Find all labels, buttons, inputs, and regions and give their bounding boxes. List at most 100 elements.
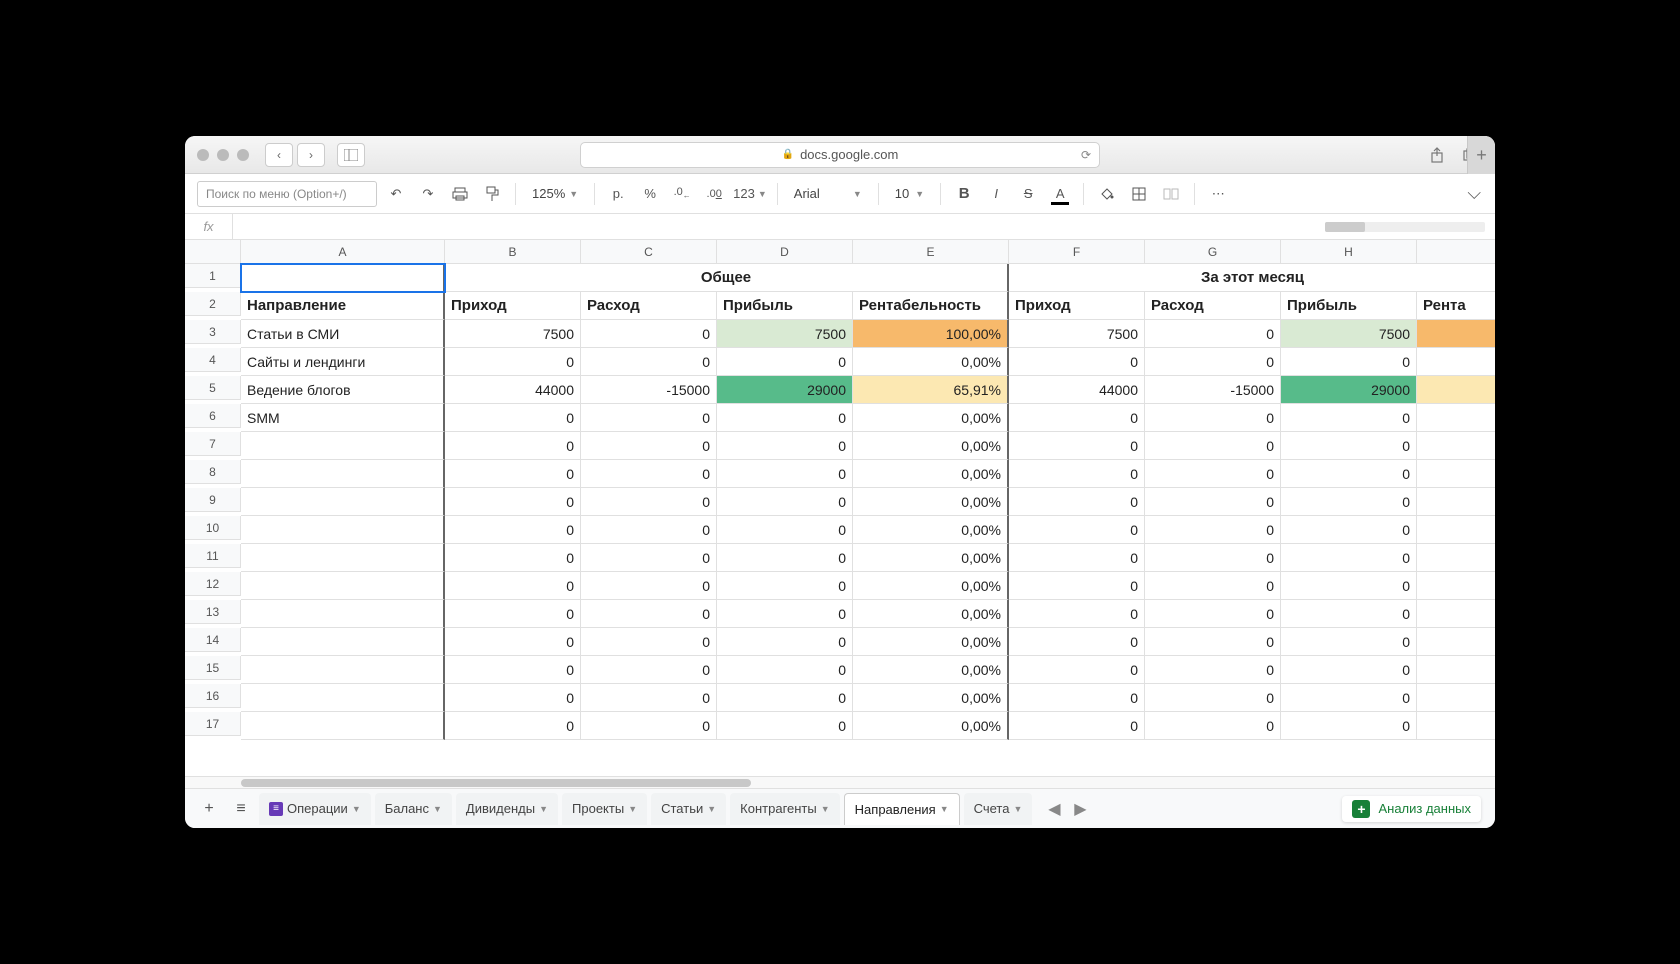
cell-C17[interactable]: 0 [581, 712, 717, 740]
cell-E6[interactable]: 0,00% [853, 404, 1009, 432]
cell-E5[interactable]: 65,91% [853, 376, 1009, 404]
cell-F4[interactable]: 0 [1009, 348, 1145, 376]
col-header-B[interactable]: B [445, 240, 581, 264]
scrollbar-thumb[interactable] [241, 779, 751, 787]
font-size-select[interactable]: 10▼ [889, 186, 930, 201]
cell-I16[interactable] [1417, 684, 1495, 712]
row-header-14[interactable]: 14 [185, 628, 241, 652]
sheet-tab-Направления[interactable]: Направления▼ [844, 793, 960, 825]
cell-F6[interactable]: 0 [1009, 404, 1145, 432]
share-icon[interactable] [1425, 144, 1449, 166]
row-header-7[interactable]: 7 [185, 432, 241, 456]
cell-G15[interactable]: 0 [1145, 656, 1281, 684]
cell-C9[interactable]: 0 [581, 488, 717, 516]
cell-C13[interactable]: 0 [581, 600, 717, 628]
cell-I3[interactable] [1417, 320, 1495, 348]
cell-D9[interactable]: 0 [717, 488, 853, 516]
cell-group-total[interactable]: Общее [445, 264, 1009, 292]
cell-H11[interactable]: 0 [1281, 544, 1417, 572]
sheet-tab-Операции[interactable]: Операции▼ [259, 793, 371, 825]
cell-G5[interactable]: -15000 [1145, 376, 1281, 404]
borders-button[interactable] [1126, 181, 1152, 207]
cell-I15[interactable] [1417, 656, 1495, 684]
cell-F10[interactable]: 0 [1009, 516, 1145, 544]
cell-E7[interactable]: 0,00% [853, 432, 1009, 460]
cell-G17[interactable]: 0 [1145, 712, 1281, 740]
sidebar-toggle[interactable] [337, 143, 365, 167]
cell-G13[interactable]: 0 [1145, 600, 1281, 628]
cell-D11[interactable]: 0 [717, 544, 853, 572]
row-header-3[interactable]: 3 [185, 320, 241, 344]
cell-H7[interactable]: 0 [1281, 432, 1417, 460]
cell-D15[interactable]: 0 [717, 656, 853, 684]
sheet-tab-menu-icon[interactable]: ▼ [628, 804, 637, 814]
cell-A13[interactable] [241, 600, 445, 628]
sheet-tab-Дивиденды[interactable]: Дивиденды▼ [456, 793, 558, 825]
row-header-8[interactable]: 8 [185, 460, 241, 484]
col-header-F[interactable]: F [1009, 240, 1145, 264]
cell-D3[interactable]: 7500 [717, 320, 853, 348]
sheet-tab-menu-icon[interactable]: ▼ [707, 804, 716, 814]
cell-E9[interactable]: 0,00% [853, 488, 1009, 516]
bold-button[interactable]: B [951, 181, 977, 207]
minimize-icon[interactable] [217, 149, 229, 161]
row-header-9[interactable]: 9 [185, 488, 241, 512]
cell-I9[interactable] [1417, 488, 1495, 516]
header-A[interactable]: Направление [241, 292, 445, 320]
close-icon[interactable] [197, 149, 209, 161]
zoom-select[interactable]: 125%▼ [526, 186, 584, 201]
cell-I8[interactable] [1417, 460, 1495, 488]
cell-F8[interactable]: 0 [1009, 460, 1145, 488]
sheet-tab-Счета[interactable]: Счета▼ [964, 793, 1033, 825]
select-all[interactable] [185, 240, 241, 264]
more-button[interactable]: ⋯ [1205, 181, 1231, 207]
more-formats[interactable]: 123▼ [733, 181, 767, 207]
tab-scroll-left[interactable]: ◀ [1044, 799, 1064, 819]
cell-H13[interactable]: 0 [1281, 600, 1417, 628]
cell-group-month[interactable]: За этот месяц [1009, 264, 1495, 292]
cell-F16[interactable]: 0 [1009, 684, 1145, 712]
cell-C5[interactable]: -15000 [581, 376, 717, 404]
cell-A1[interactable] [241, 264, 445, 292]
cell-E13[interactable]: 0,00% [853, 600, 1009, 628]
increase-decimal[interactable]: .00 [701, 181, 727, 207]
text-color-button[interactable]: A [1047, 181, 1073, 207]
sheet-tab-Контрагенты[interactable]: Контрагенты▼ [730, 793, 839, 825]
cell-G14[interactable]: 0 [1145, 628, 1281, 656]
cell-E11[interactable]: 0,00% [853, 544, 1009, 572]
row-header-2[interactable]: 2 [185, 292, 241, 316]
cell-E4[interactable]: 0,00% [853, 348, 1009, 376]
col-header-C[interactable]: C [581, 240, 717, 264]
cell-B17[interactable]: 0 [445, 712, 581, 740]
cell-G10[interactable]: 0 [1145, 516, 1281, 544]
cell-G11[interactable]: 0 [1145, 544, 1281, 572]
cell-G3[interactable]: 0 [1145, 320, 1281, 348]
cell-F17[interactable]: 0 [1009, 712, 1145, 740]
cell-F11[interactable]: 0 [1009, 544, 1145, 572]
cell-H17[interactable]: 0 [1281, 712, 1417, 740]
col-header-G[interactable]: G [1145, 240, 1281, 264]
cell-D16[interactable]: 0 [717, 684, 853, 712]
fx-scroll[interactable] [1325, 222, 1485, 232]
sheet-tab-menu-icon[interactable]: ▼ [539, 804, 548, 814]
undo-button[interactable]: ↶ [383, 181, 409, 207]
cell-I6[interactable] [1417, 404, 1495, 432]
cell-I12[interactable] [1417, 572, 1495, 600]
cell-I4[interactable] [1417, 348, 1495, 376]
grid-area[interactable]: ABCDEFGH1ОбщееЗа этот месяц2НаправлениеП… [185, 240, 1495, 776]
cell-C14[interactable]: 0 [581, 628, 717, 656]
cell-H8[interactable]: 0 [1281, 460, 1417, 488]
italic-button[interactable]: I [983, 181, 1009, 207]
header-H[interactable]: Прибыль [1281, 292, 1417, 320]
col-header-D[interactable]: D [717, 240, 853, 264]
sheet-tab-menu-icon[interactable]: ▼ [821, 804, 830, 814]
col-header-H[interactable]: H [1281, 240, 1417, 264]
cell-D6[interactable]: 0 [717, 404, 853, 432]
sheet-tab-Статьи[interactable]: Статьи▼ [651, 793, 726, 825]
cell-A6[interactable]: SMM [241, 404, 445, 432]
header-E[interactable]: Рентабельность [853, 292, 1009, 320]
cell-G7[interactable]: 0 [1145, 432, 1281, 460]
cell-A10[interactable] [241, 516, 445, 544]
cell-C12[interactable]: 0 [581, 572, 717, 600]
menu-search[interactable]: Поиск по меню (Option+/) [197, 181, 377, 207]
